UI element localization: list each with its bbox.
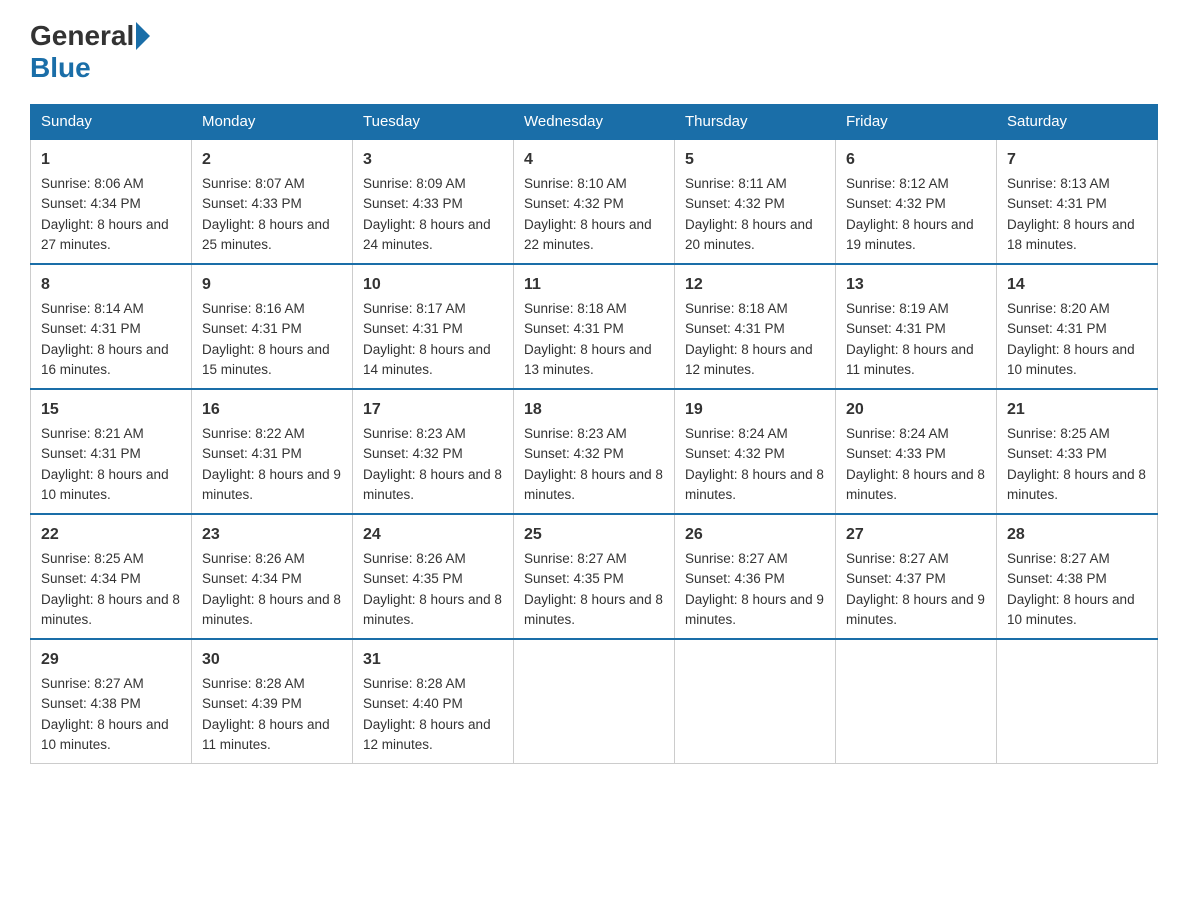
calendar-cell: 15Sunrise: 8:21 AMSunset: 4:31 PMDayligh… [31,389,192,514]
day-number: 22 [41,523,181,547]
calendar-cell: 23Sunrise: 8:26 AMSunset: 4:34 PMDayligh… [192,514,353,639]
calendar-cell: 1Sunrise: 8:06 AMSunset: 4:34 PMDaylight… [31,139,192,264]
day-number: 4 [524,148,664,172]
calendar-cell: 18Sunrise: 8:23 AMSunset: 4:32 PMDayligh… [514,389,675,514]
day-number: 25 [524,523,664,547]
week-row-1: 8Sunrise: 8:14 AMSunset: 4:31 PMDaylight… [31,264,1158,389]
day-number: 24 [363,523,503,547]
week-row-3: 22Sunrise: 8:25 AMSunset: 4:34 PMDayligh… [31,514,1158,639]
calendar-cell [675,639,836,764]
day-number: 2 [202,148,342,172]
logo-general-text: General [30,20,134,52]
calendar-cell: 6Sunrise: 8:12 AMSunset: 4:32 PMDaylight… [836,139,997,264]
calendar-cell: 25Sunrise: 8:27 AMSunset: 4:35 PMDayligh… [514,514,675,639]
day-number: 28 [1007,523,1147,547]
calendar-cell: 22Sunrise: 8:25 AMSunset: 4:34 PMDayligh… [31,514,192,639]
day-number: 8 [41,273,181,297]
day-number: 15 [41,398,181,422]
calendar-cell: 5Sunrise: 8:11 AMSunset: 4:32 PMDaylight… [675,139,836,264]
logo: General Blue [30,20,152,84]
calendar-cell: 19Sunrise: 8:24 AMSunset: 4:32 PMDayligh… [675,389,836,514]
day-number: 27 [846,523,986,547]
day-number: 3 [363,148,503,172]
calendar-cell: 10Sunrise: 8:17 AMSunset: 4:31 PMDayligh… [353,264,514,389]
calendar-cell: 26Sunrise: 8:27 AMSunset: 4:36 PMDayligh… [675,514,836,639]
header-row: SundayMondayTuesdayWednesdayThursdayFrid… [31,105,1158,140]
calendar-cell: 28Sunrise: 8:27 AMSunset: 4:38 PMDayligh… [997,514,1158,639]
day-number: 10 [363,273,503,297]
logo-blue-text: Blue [30,52,91,83]
calendar-cell [836,639,997,764]
day-number: 1 [41,148,181,172]
day-number: 30 [202,648,342,672]
calendar-cell: 11Sunrise: 8:18 AMSunset: 4:31 PMDayligh… [514,264,675,389]
day-number: 13 [846,273,986,297]
page-header: General Blue [30,20,1158,84]
day-number: 19 [685,398,825,422]
calendar-cell: 16Sunrise: 8:22 AMSunset: 4:31 PMDayligh… [192,389,353,514]
day-number: 5 [685,148,825,172]
day-number: 17 [363,398,503,422]
day-number: 23 [202,523,342,547]
week-row-0: 1Sunrise: 8:06 AMSunset: 4:34 PMDaylight… [31,139,1158,264]
day-number: 12 [685,273,825,297]
calendar-cell: 7Sunrise: 8:13 AMSunset: 4:31 PMDaylight… [997,139,1158,264]
header-thursday: Thursday [675,105,836,140]
calendar-table: SundayMondayTuesdayWednesdayThursdayFrid… [30,104,1158,764]
calendar-cell: 27Sunrise: 8:27 AMSunset: 4:37 PMDayligh… [836,514,997,639]
calendar-cell [514,639,675,764]
logo-triangle-icon [136,22,150,50]
calendar-cell [997,639,1158,764]
day-number: 7 [1007,148,1147,172]
day-number: 18 [524,398,664,422]
header-friday: Friday [836,105,997,140]
calendar-cell: 20Sunrise: 8:24 AMSunset: 4:33 PMDayligh… [836,389,997,514]
day-number: 29 [41,648,181,672]
calendar-cell: 2Sunrise: 8:07 AMSunset: 4:33 PMDaylight… [192,139,353,264]
calendar-cell: 12Sunrise: 8:18 AMSunset: 4:31 PMDayligh… [675,264,836,389]
header-tuesday: Tuesday [353,105,514,140]
calendar-cell: 4Sunrise: 8:10 AMSunset: 4:32 PMDaylight… [514,139,675,264]
day-number: 21 [1007,398,1147,422]
calendar-cell: 17Sunrise: 8:23 AMSunset: 4:32 PMDayligh… [353,389,514,514]
calendar-cell: 30Sunrise: 8:28 AMSunset: 4:39 PMDayligh… [192,639,353,764]
calendar-cell: 31Sunrise: 8:28 AMSunset: 4:40 PMDayligh… [353,639,514,764]
day-number: 26 [685,523,825,547]
day-number: 16 [202,398,342,422]
header-wednesday: Wednesday [514,105,675,140]
calendar-cell: 9Sunrise: 8:16 AMSunset: 4:31 PMDaylight… [192,264,353,389]
day-number: 9 [202,273,342,297]
calendar-cell: 29Sunrise: 8:27 AMSunset: 4:38 PMDayligh… [31,639,192,764]
calendar-cell: 24Sunrise: 8:26 AMSunset: 4:35 PMDayligh… [353,514,514,639]
day-number: 31 [363,648,503,672]
calendar-cell: 14Sunrise: 8:20 AMSunset: 4:31 PMDayligh… [997,264,1158,389]
header-sunday: Sunday [31,105,192,140]
calendar-cell: 8Sunrise: 8:14 AMSunset: 4:31 PMDaylight… [31,264,192,389]
day-number: 6 [846,148,986,172]
calendar-cell: 13Sunrise: 8:19 AMSunset: 4:31 PMDayligh… [836,264,997,389]
calendar-cell: 21Sunrise: 8:25 AMSunset: 4:33 PMDayligh… [997,389,1158,514]
day-number: 14 [1007,273,1147,297]
header-monday: Monday [192,105,353,140]
calendar-cell: 3Sunrise: 8:09 AMSunset: 4:33 PMDaylight… [353,139,514,264]
week-row-4: 29Sunrise: 8:27 AMSunset: 4:38 PMDayligh… [31,639,1158,764]
header-saturday: Saturday [997,105,1158,140]
day-number: 20 [846,398,986,422]
day-number: 11 [524,273,664,297]
week-row-2: 15Sunrise: 8:21 AMSunset: 4:31 PMDayligh… [31,389,1158,514]
